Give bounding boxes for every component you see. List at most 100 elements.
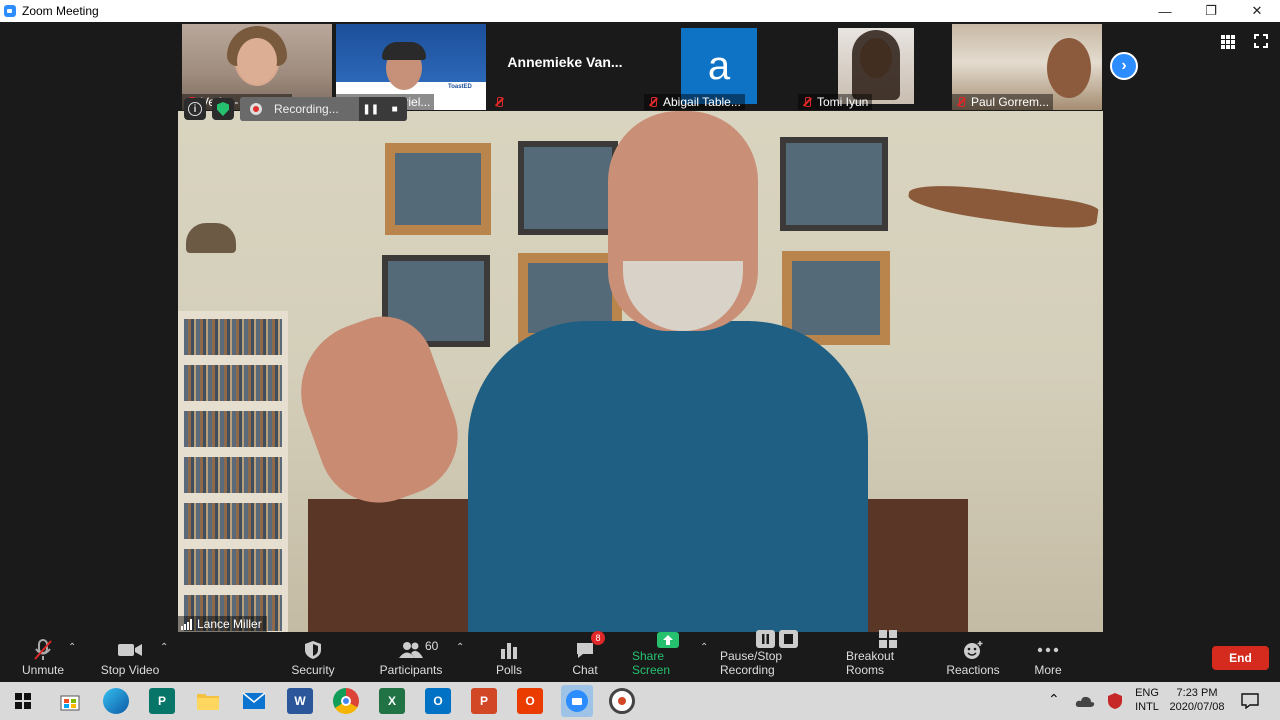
notifications-icon[interactable] [1238,688,1262,714]
participant-name: Annemieke Van... [507,54,623,70]
wall-picture [385,143,491,235]
pause-stop-recording-icon [755,629,799,649]
breakout-rooms-icon [878,629,898,649]
zoom-app-icon [4,5,16,17]
speaker-video [178,111,1103,632]
polls-icon [500,637,518,663]
participants-button[interactable]: 60 Participants [380,632,443,682]
participant-tile[interactable]: Paul Gorrem... [952,24,1102,110]
wall-picture [780,137,888,231]
signal-strength-icon [181,618,192,630]
edge-icon[interactable] [103,688,129,714]
security-shield-icon [304,637,322,663]
breakout-rooms-button[interactable]: Breakout Rooms [846,629,930,682]
chat-unread-badge: 8 [591,631,605,645]
outlook-icon[interactable]: O [425,688,451,714]
participant-name: Paul Gorrem... [971,95,1050,109]
windows-taskbar: P W X O P O ⌃ ENG INTL 7:23 PM 2020/07/0… [0,682,1280,720]
reactions-button[interactable]: Reactions [946,632,1000,682]
publisher-icon[interactable]: P [149,688,175,714]
gallery-view-icon[interactable] [1221,35,1235,49]
reactions-smiley-icon [962,637,984,663]
store-icon[interactable] [57,688,83,714]
windows-start-icon[interactable] [10,688,36,714]
speaker-name: Lance Miller [197,617,262,631]
share-options-chevron-icon[interactable]: ⌃ [700,642,708,653]
mic-muted-icon [493,96,505,108]
video-options-chevron-icon[interactable]: ⌃ [160,642,168,653]
fullscreen-icon[interactable] [1254,34,1268,48]
stop-video-button[interactable]: Stop Video [100,632,160,682]
recording-indicator: Recording... ❚❚ ■ [240,97,407,121]
participant-tile[interactable]: Tomi Iyun [798,24,948,110]
meeting-info-bar: i Recording... ❚❚ ■ [184,97,407,121]
zoom-taskbar-icon[interactable] [561,685,593,717]
bookshelf [178,311,288,632]
share-screen-button[interactable]: Share Screen [632,632,704,682]
participant-face [237,38,277,84]
recording-label: Recording... [274,102,339,116]
mic-muted-icon [32,637,54,663]
participant-hair [852,30,900,100]
more-dots-icon [1037,637,1059,663]
more-button[interactable]: More [1030,632,1066,682]
participants-count: 60 [425,639,439,653]
title-bar: Zoom Meeting — ❐ ✕ [0,0,1280,22]
participant-name: Abigail Table... [663,95,741,109]
unmute-button[interactable]: Unmute [20,632,66,682]
participant-tile[interactable]: a Abigail Table... [644,24,794,110]
file-explorer-icon[interactable] [195,688,221,714]
end-meeting-button[interactable]: End [1212,646,1269,670]
wall-picture [782,251,890,345]
participant-hair [382,42,426,60]
toastmasters-logo: ToastED [448,84,472,90]
record-icon [250,103,262,115]
participant-name: Tomi Iyun [817,95,869,109]
participants-options-chevron-icon[interactable]: ⌃ [456,642,464,653]
pause-recording-icon[interactable]: ❚❚ [358,97,383,121]
speaker-name-tag: Lance Miller [178,616,267,632]
chat-icon: 8 [575,631,605,663]
speaker-shirt [468,321,868,632]
participant-face [1047,38,1091,98]
next-page-arrow-icon[interactable]: › [1110,52,1138,80]
share-screen-icon [656,631,680,649]
window-controls: — ❐ ✕ [1142,0,1280,22]
security-button[interactable]: Security [288,632,338,682]
mic-muted-icon [801,96,813,108]
system-clock[interactable]: 7:23 PM 2020/07/08 [1166,686,1228,714]
wall-picture [518,141,618,235]
word-icon[interactable]: W [287,688,313,714]
avatar: a [681,28,757,104]
stop-recording-icon[interactable]: ■ [382,97,407,121]
pause-stop-recording-button[interactable]: Pause/Stop Recording [720,629,834,682]
meeting-toolbar: Unmute ⌃ Stop Video ⌃ Security 60 Partic… [0,629,1280,682]
profile-photo [838,28,914,104]
polls-button[interactable]: Polls [492,632,526,682]
restore-button[interactable]: ❐ [1188,0,1234,22]
office-icon[interactable]: O [517,688,543,714]
window-title: Zoom Meeting [22,4,99,18]
onedrive-cloud-icon[interactable] [1074,688,1096,714]
obs-icon[interactable] [609,688,635,714]
minimize-button[interactable]: — [1142,0,1188,22]
tray-expand-chevron-icon[interactable]: ⌃ [1048,692,1060,706]
participants-icon: 60 [399,637,438,663]
video-camera-icon [117,637,143,663]
mic-muted-icon [647,96,659,108]
participant-tile[interactable]: Annemieke Van... [490,24,640,110]
chat-button[interactable]: 8 Chat [568,631,605,682]
chrome-icon[interactable] [333,688,359,714]
mic-muted-icon [955,96,967,108]
meeting-info-button[interactable]: i [184,98,206,120]
powerpoint-icon[interactable]: P [471,688,497,714]
shield-icon [217,102,229,116]
lamp [186,223,236,253]
audio-options-chevron-icon[interactable]: ⌃ [68,642,76,653]
close-button[interactable]: ✕ [1234,0,1280,22]
antivirus-tray-icon[interactable] [1104,688,1126,714]
encryption-button[interactable] [212,98,234,120]
mail-icon[interactable] [241,688,267,714]
excel-icon[interactable]: X [379,688,405,714]
input-language-indicator[interactable]: ENG INTL [1134,686,1160,714]
